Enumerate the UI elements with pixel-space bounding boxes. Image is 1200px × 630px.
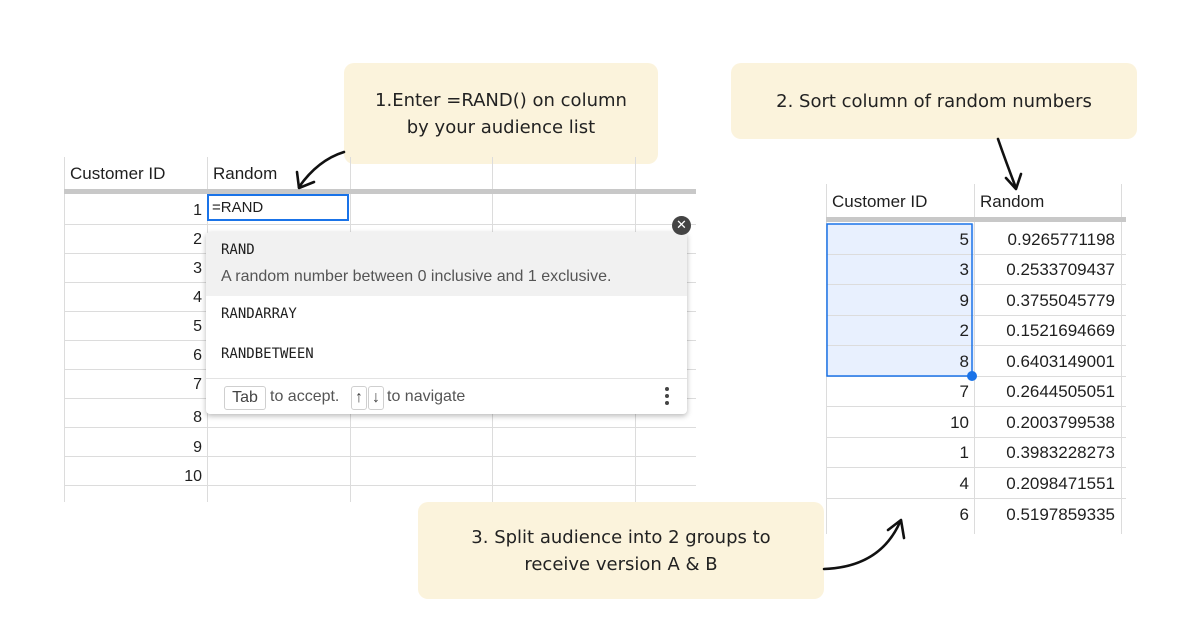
left-cell-id[interactable]: 3: [64, 254, 202, 283]
right-cell-random[interactable]: 0.3755045779: [975, 285, 1115, 315]
autocomplete-item-randarray[interactable]: RANDARRAY: [221, 306, 297, 322]
right-cell-random[interactable]: 0.1521694669: [975, 315, 1115, 345]
left-header-random[interactable]: Random: [213, 157, 277, 188]
up-arrow-key-icon: ↑: [351, 386, 367, 410]
right-cell-id[interactable]: 1: [826, 437, 969, 467]
right-cell-random[interactable]: 0.2644505051: [975, 376, 1115, 406]
left-cell-id[interactable]: 1: [64, 196, 202, 225]
more-options-icon[interactable]: [665, 387, 669, 408]
navigate-hint-text: to navigate: [387, 388, 466, 405]
right-cell-random[interactable]: 0.2098471551: [975, 468, 1115, 498]
autocomplete-item-randbetween[interactable]: RANDBETWEEN: [221, 346, 314, 362]
right-cell-id[interactable]: 7: [826, 376, 969, 406]
right-cell-id[interactable]: 4: [826, 468, 969, 498]
step3-line2: receive version A & B: [524, 553, 718, 575]
down-arrow-key-icon: ↓: [368, 386, 384, 410]
left-cell-id[interactable]: 4: [64, 283, 202, 312]
right-cell-random[interactable]: 0.6403149001: [975, 346, 1115, 376]
right-cell-random[interactable]: 0.3983228273: [975, 437, 1115, 467]
right-cell-id[interactable]: 10: [826, 407, 969, 437]
left-header-customer-id[interactable]: Customer ID: [70, 157, 165, 188]
tab-key-hint: Tab: [224, 386, 266, 410]
right-cell-id[interactable]: 5: [826, 224, 969, 254]
step1-line2: by your audience list: [406, 116, 596, 138]
right-cell-id[interactable]: 9: [826, 285, 969, 315]
right-cell-id[interactable]: 6: [826, 499, 969, 529]
autocomplete-item-rand[interactable]: RAND A random number between 0 inclusive…: [206, 232, 687, 296]
right-header-customer-id[interactable]: Customer ID: [832, 184, 927, 216]
step3-line1: 3. Split audience into 2 groups to: [471, 526, 771, 548]
step1-callout: 1.Enter =RAND() on column by your audien…: [344, 63, 658, 164]
right-cell-id[interactable]: 3: [826, 254, 969, 284]
step2-line1: 2. Sort column of random numbers: [776, 90, 1092, 112]
left-cell-id[interactable]: 8: [64, 403, 202, 432]
right-cell-random[interactable]: 0.2533709437: [975, 254, 1115, 284]
right-header-random[interactable]: Random: [980, 184, 1044, 216]
step2-callout: 2. Sort column of random numbers: [731, 63, 1137, 139]
formula-autocomplete-dropdown: RAND A random number between 0 inclusive…: [206, 232, 687, 414]
accept-hint-text: to accept.: [270, 388, 340, 405]
step1-line1: 1.Enter =RAND() on column: [375, 89, 627, 111]
close-icon[interactable]: ✕: [672, 216, 691, 235]
left-cell-id[interactable]: 6: [64, 341, 202, 370]
right-cell-random[interactable]: 0.9265771198: [975, 224, 1115, 254]
autocomplete-footer: Tab to accept. ↑ ↓ to navigate: [206, 378, 687, 414]
left-cell-id[interactable]: 10: [64, 462, 202, 491]
left-cell-id[interactable]: 2: [64, 225, 202, 254]
left-cell-id[interactable]: 9: [64, 433, 202, 462]
step3-callout: 3. Split audience into 2 groups to recei…: [418, 502, 824, 599]
right-cell-random[interactable]: 0.5197859335: [975, 499, 1115, 529]
right-cell-id[interactable]: 8: [826, 346, 969, 376]
left-cell-id[interactable]: 5: [64, 312, 202, 341]
left-cell-id[interactable]: 7: [64, 370, 202, 399]
autocomplete-item-name: RAND: [221, 242, 255, 258]
arrow-step2: [996, 137, 1018, 190]
right-spreadsheet: Customer ID Random 5 0.9265771198 3 0.25…: [826, 184, 1126, 534]
formula-input-cell[interactable]: =RAND: [207, 194, 349, 221]
right-cell-id[interactable]: 2: [826, 315, 969, 345]
right-cell-random[interactable]: 0.2003799538: [975, 407, 1115, 437]
autocomplete-item-description: A random number between 0 inclusive and …: [221, 268, 612, 285]
